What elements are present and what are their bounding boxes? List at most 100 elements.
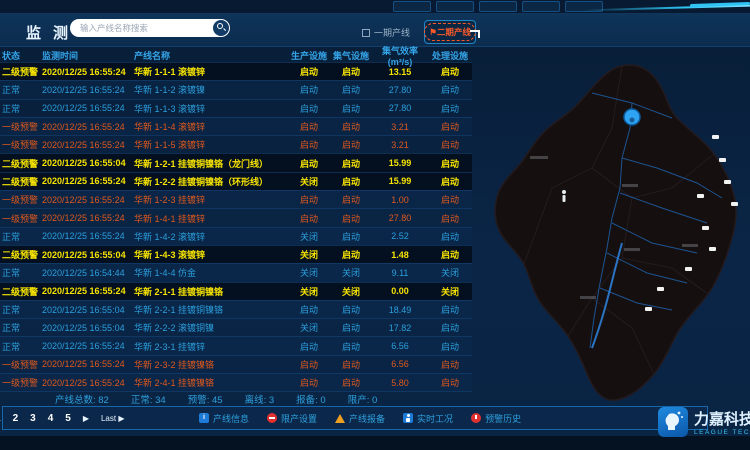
page-number[interactable]: 1 xyxy=(0,413,1,424)
table-cell: 华新 1-2-1 挂镀铜镍铬（龙门线） xyxy=(134,157,288,170)
table-cell: 2.52 xyxy=(372,231,428,241)
table-cell: 5.80 xyxy=(372,378,428,388)
table-cell: 启动 xyxy=(330,193,372,206)
toolbar-button[interactable]: 产线报备 xyxy=(335,412,385,425)
table-cell: 华新 1-1-4 滚镀锌 xyxy=(134,120,288,133)
table-cell: 2020/12/25 16:55:24 xyxy=(42,195,134,205)
table-cell: 一级预警 xyxy=(0,376,42,389)
table-cell: 启动 xyxy=(428,83,472,96)
page-number[interactable]: 2 xyxy=(13,413,19,424)
table-row[interactable]: 二级预警2020/12/25 16:55:04华新 1-4-3 滚镀锌关闭启动1… xyxy=(0,245,472,263)
table-cell: 启动 xyxy=(428,230,472,243)
table-row[interactable]: 二级预警2020/12/25 16:55:24华新 1-2-2 挂镀铜镍铬（环形… xyxy=(0,172,472,190)
table-cell: 1.00 xyxy=(372,195,428,205)
table-cell: 启动 xyxy=(288,358,330,371)
next-page-button[interactable]: ▶ xyxy=(83,414,89,423)
table-cell: 正常 xyxy=(0,340,42,353)
table-cell: 关闭 xyxy=(428,266,472,279)
table-cell: 启动 xyxy=(428,175,472,188)
table-cell: 关闭 xyxy=(288,266,330,279)
phase1-checkbox[interactable] xyxy=(362,29,370,37)
info-icon: i xyxy=(199,413,209,423)
table-body: 二级预警2020/12/25 16:55:24华新 1-1-1 滚镀锌启动启动1… xyxy=(0,62,472,391)
table-cell: 启动 xyxy=(330,175,372,188)
table-cell: 关闭 xyxy=(330,266,372,279)
table-row[interactable]: 正常2020/12/25 16:55:24华新 2-3-1 挂镀锌启动启动6.5… xyxy=(0,336,472,354)
page-number[interactable]: 3 xyxy=(30,413,36,424)
table-row[interactable]: 正常2020/12/25 16:55:04华新 2-2-1 挂镀铜镍铬启动启动1… xyxy=(0,300,472,318)
table-cell: 2020/12/25 16:55:24 xyxy=(42,103,134,113)
table-cell: 2020/12/25 16:55:24 xyxy=(42,231,134,241)
table-cell: 启动 xyxy=(330,65,372,78)
header-bar: 监测 一期产线 ⚑二期产线 xyxy=(0,14,750,47)
table-row[interactable]: 正常2020/12/25 16:55:24华新 1-1-2 滚镀镍启动启动27.… xyxy=(0,80,472,98)
district-map[interactable] xyxy=(472,48,750,450)
table-cell: 启动 xyxy=(288,138,330,151)
table-cell: 27.80 xyxy=(372,213,428,223)
table-row[interactable]: 二级预警2020/12/25 16:55:24华新 2-1-1 挂镀铜镍铬关闭关… xyxy=(0,282,472,300)
table-cell: 2020/12/25 16:55:24 xyxy=(42,67,134,77)
table-cell: 关闭 xyxy=(288,321,330,334)
phase1-checkbox-group[interactable]: 一期产线 xyxy=(362,26,410,39)
table-row[interactable]: 一级预警2020/12/25 16:55:24华新 2-3-2 挂镀镍铬启动启动… xyxy=(0,355,472,373)
table-cell: 27.80 xyxy=(372,85,428,95)
table-cell: 正常 xyxy=(0,83,42,96)
table-row[interactable]: 一级预警2020/12/25 16:55:24华新 1-4-1 挂镀锌启动启动2… xyxy=(0,208,472,226)
table-cell: 2020/12/25 16:55:04 xyxy=(42,158,134,168)
table-row[interactable]: 一级预警2020/12/25 16:55:24华新 2-4-1 挂镀镍铬启动启动… xyxy=(0,373,472,391)
table-cell: 启动 xyxy=(428,248,472,261)
table-cell: 关闭 xyxy=(288,230,330,243)
table-cell: 启动 xyxy=(288,120,330,133)
phase2-button[interactable]: ⚑二期产线 xyxy=(424,20,476,44)
table-cell: 正常 xyxy=(0,321,42,334)
search-input[interactable] xyxy=(70,23,213,33)
blue-location-marker[interactable] xyxy=(624,109,640,125)
last-page-button[interactable]: Last ▶ xyxy=(101,414,125,423)
toolbar-button[interactable]: 实时工况 xyxy=(403,412,453,425)
flag-icon: ⚑ xyxy=(429,27,437,37)
toolbar-button[interactable]: i产线信息 xyxy=(199,412,249,425)
table-cell: 华新 2-3-1 挂镀锌 xyxy=(134,340,288,353)
toolbar-button[interactable]: 限产设置 xyxy=(267,412,317,425)
table-cell: 正常 xyxy=(0,266,42,279)
table-cell: 华新 2-3-2 挂镀镍铬 xyxy=(134,358,288,371)
table-cell: 2020/12/25 16:55:24 xyxy=(42,176,134,186)
table-cell: 3.21 xyxy=(372,122,428,132)
warning-triangle-icon xyxy=(335,414,345,423)
top-tab xyxy=(393,1,431,12)
table-row[interactable]: 正常2020/12/25 16:55:24华新 1-4-2 滚镀锌关闭启动2.5… xyxy=(0,227,472,245)
column-header: 监测时间 xyxy=(42,49,134,62)
table-cell: 2020/12/25 16:55:24 xyxy=(42,359,134,369)
table-row[interactable]: 正常2020/12/25 16:55:24华新 1-1-3 滚镀锌启动启动27.… xyxy=(0,99,472,117)
table-cell: 启动 xyxy=(288,83,330,96)
table-cell: 6.56 xyxy=(372,341,428,351)
table-cell: 启动 xyxy=(330,138,372,151)
page-number[interactable]: 4 xyxy=(48,413,54,424)
search-button[interactable] xyxy=(213,20,229,36)
table-row[interactable]: 一级预警2020/12/25 16:55:24华新 1-1-4 滚镀锌启动启动3… xyxy=(0,117,472,135)
table-row[interactable]: 正常2020/12/25 16:55:04华新 2-2-2 滚镀铜镍关闭启动17… xyxy=(0,318,472,336)
table-cell: 一级预警 xyxy=(0,120,42,133)
page-number[interactable]: 5 xyxy=(65,413,71,424)
table-cell: 二级预警 xyxy=(0,285,42,298)
table-cell: 启动 xyxy=(330,358,372,371)
table-cell: 一级预警 xyxy=(0,212,42,225)
table-row[interactable]: 一级预警2020/12/25 16:55:24华新 1-2-3 挂镀锌启动启动1… xyxy=(0,190,472,208)
table-cell: 启动 xyxy=(428,358,472,371)
table-cell: 2020/12/25 16:55:24 xyxy=(42,213,134,223)
top-tab xyxy=(479,1,517,12)
search-box[interactable] xyxy=(70,19,230,37)
table-cell: 启动 xyxy=(428,120,472,133)
table-row[interactable]: 二级预警2020/12/25 16:55:04华新 1-2-1 挂镀铜镍铬（龙门… xyxy=(0,153,472,171)
table-row[interactable]: 正常2020/12/25 16:54:44华新 1-4-4 仿金关闭关闭9.11… xyxy=(0,263,472,281)
table-cell: 15.99 xyxy=(372,158,428,168)
table-cell: 启动 xyxy=(288,157,330,170)
phase2-label: 二期产线 xyxy=(437,27,471,37)
table-cell: 6.56 xyxy=(372,359,428,369)
table-cell: 华新 1-2-3 挂镀锌 xyxy=(134,193,288,206)
summary-item: 离线: 3 xyxy=(245,392,275,406)
toolbar-button-label: 实时工况 xyxy=(417,412,453,425)
table-cell: 一级预警 xyxy=(0,138,42,151)
table-row[interactable]: 一级预警2020/12/25 16:55:24华新 1-1-5 滚镀锌启动启动3… xyxy=(0,135,472,153)
summary-item: 正常: 34 xyxy=(131,392,166,406)
